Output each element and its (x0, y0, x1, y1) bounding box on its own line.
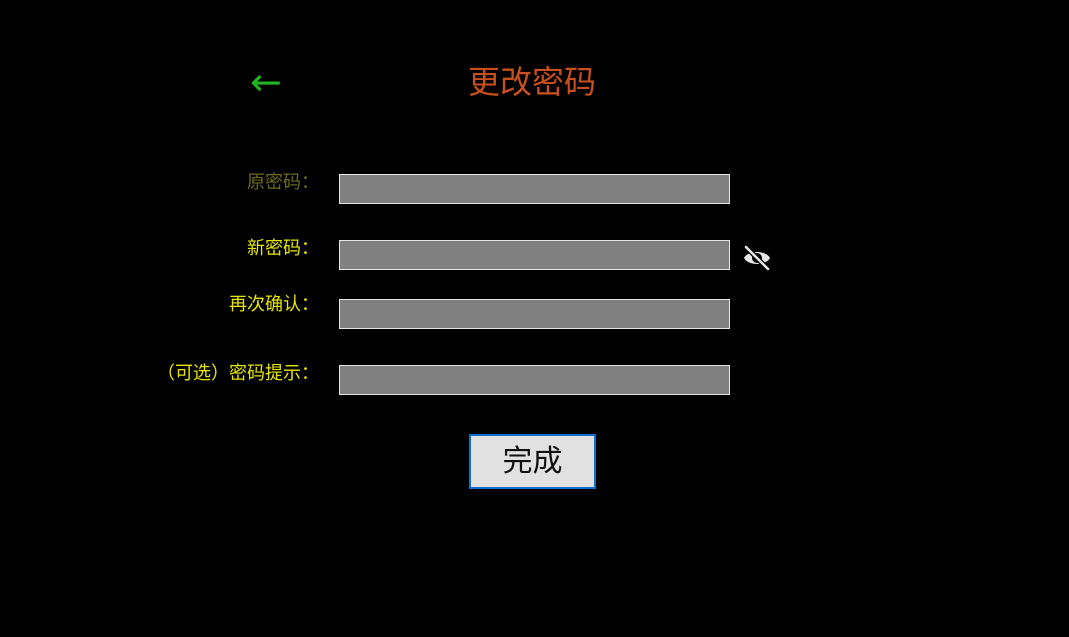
old-password-field[interactable] (339, 174, 730, 204)
password-hint-field[interactable] (339, 365, 730, 395)
page-title: 更改密码 (467, 63, 596, 101)
done-button[interactable]: 完成 (469, 434, 596, 489)
confirm-password-label: 再次确认： (229, 294, 319, 315)
new-password-label: 新密码： (247, 238, 319, 259)
confirm-password-field[interactable] (339, 299, 730, 329)
password-hint-label: （可选）密码提示： (157, 363, 319, 384)
old-password-label: 原密码： (247, 172, 319, 193)
new-password-field[interactable] (339, 240, 730, 270)
back-arrow-icon[interactable]: ← (250, 60, 290, 104)
eye-off-icon[interactable] (740, 242, 774, 274)
